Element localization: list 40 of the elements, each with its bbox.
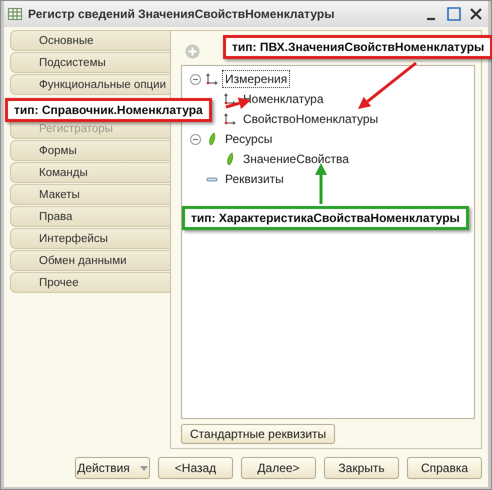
arrow xyxy=(315,163,327,204)
window-title: Регистр сведений ЗначенияСвойствНоменклатуры xyxy=(28,7,336,21)
close-button[interactable] xyxy=(468,6,484,22)
standard-attributes-button[interactable]: Стандартные реквизиты xyxy=(181,424,336,444)
axis-icon xyxy=(206,73,218,85)
leaf-icon xyxy=(209,132,216,146)
tree-item[interactable]: Измерения xyxy=(223,71,290,87)
tree-item[interactable]: Ресурсы xyxy=(223,131,274,147)
footer-button[interactable]: Закрыть xyxy=(324,457,399,479)
caret-icon xyxy=(140,466,148,470)
section-tab[interactable]: Команды xyxy=(10,162,170,183)
collapse-icon[interactable] xyxy=(190,74,201,84)
actions-dropdown[interactable]: Действия xyxy=(75,457,150,479)
footer-button[interactable]: Далее> xyxy=(241,457,316,479)
section-tab[interactable]: Интерфейсы xyxy=(10,228,170,249)
callout-label: тип: ПВХ.ЗначенияСвойствНоменклатуры xyxy=(223,35,492,59)
arrow xyxy=(358,62,417,109)
axis-icon xyxy=(224,93,236,105)
leaf-icon xyxy=(227,152,234,166)
tree-item[interactable]: Номенклатура xyxy=(241,91,326,107)
callout-label: тип: ХарактеристикаСвойстваНоменклатуры xyxy=(182,206,469,230)
axis-icon xyxy=(224,113,236,125)
bar-icon xyxy=(206,178,218,182)
section-tab[interactable]: Функциональные опции xyxy=(10,74,170,95)
section-tab[interactable]: Обмен данными xyxy=(10,250,170,271)
footer-button[interactable]: <Назад xyxy=(158,457,233,479)
section-tab[interactable]: Прочее xyxy=(10,272,170,293)
tree-item[interactable]: Реквизиты xyxy=(223,171,286,187)
section-tab[interactable]: Подсистемы xyxy=(10,52,170,73)
tree-item[interactable]: СвойствоНоменклатуры xyxy=(241,111,380,127)
section-tab[interactable]: Основные xyxy=(10,30,170,51)
callout-label: тип: Справочник.Номенклатура xyxy=(5,98,212,122)
section-tab[interactable]: Макеты xyxy=(10,184,170,205)
collapse-icon[interactable] xyxy=(190,134,201,144)
maximize-button[interactable] xyxy=(446,6,462,22)
section-tab[interactable]: Формы xyxy=(10,140,170,161)
tree-item[interactable]: ЗначениеСвойства xyxy=(241,151,351,167)
section-tab[interactable]: Права xyxy=(10,206,170,227)
table-icon xyxy=(8,8,22,20)
footer-button[interactable]: Справка xyxy=(407,457,482,479)
